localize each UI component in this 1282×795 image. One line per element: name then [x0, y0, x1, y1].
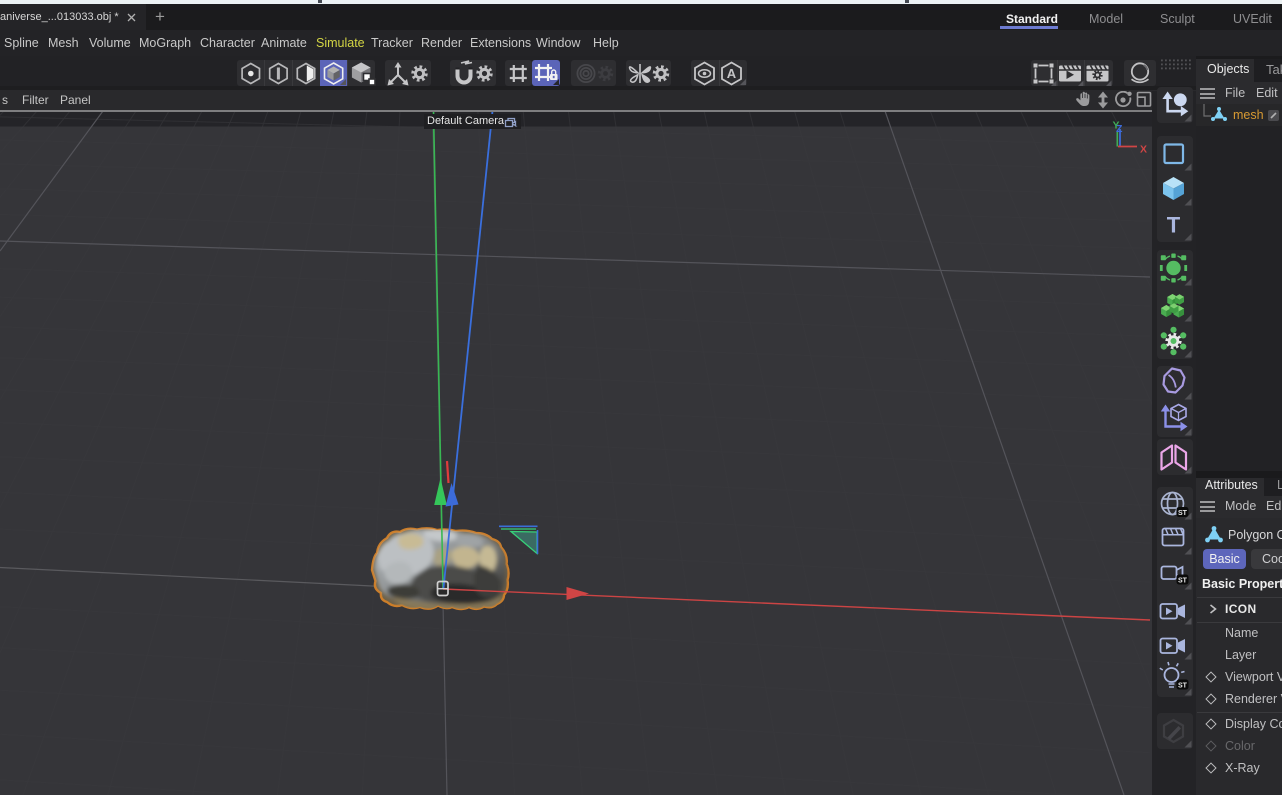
svg-text:A: A [727, 66, 737, 81]
svg-text:Z: Z [1116, 123, 1123, 135]
svg-text:T: T [1167, 213, 1181, 238]
svg-text:X: X [1140, 144, 1147, 156]
svg-text:ST: ST [1178, 578, 1188, 585]
svg-text:ST: ST [1178, 683, 1188, 690]
svg-text:ST: ST [1178, 510, 1188, 517]
